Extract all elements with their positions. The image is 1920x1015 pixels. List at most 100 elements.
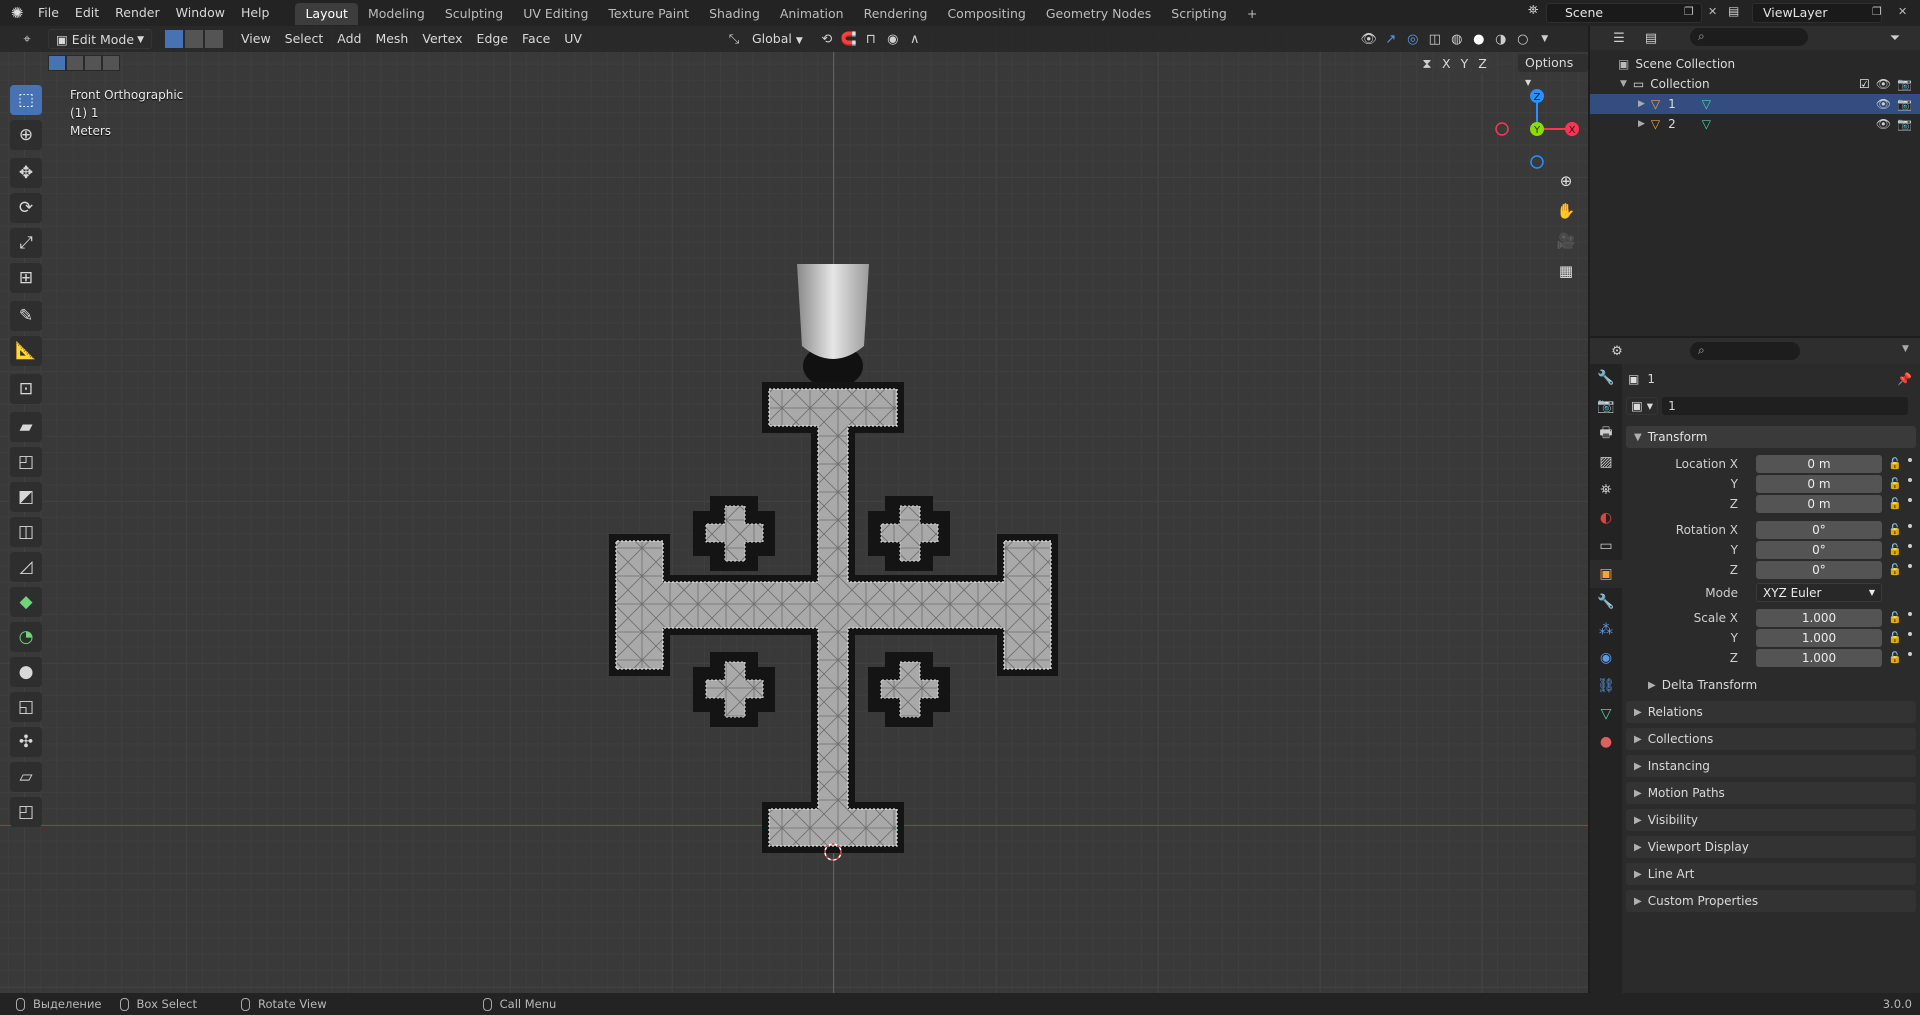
menu-help[interactable]: Help xyxy=(233,0,278,26)
mesh-data-tab-icon[interactable]: ▽ xyxy=(1590,700,1622,728)
pivot-icon[interactable]: ⟲ xyxy=(816,29,838,49)
camera-icon[interactable]: 📷 xyxy=(1897,117,1912,131)
filter-icon[interactable]: ⏷ xyxy=(1884,28,1906,48)
grid-perspective-icon[interactable]: ▦ xyxy=(1553,258,1579,284)
location-x-field[interactable]: 0 m xyxy=(1756,455,1882,473)
keyframe-dot-icon[interactable] xyxy=(1908,632,1912,636)
select-extend-button[interactable] xyxy=(66,55,84,71)
select-new-button[interactable] xyxy=(48,55,66,71)
lock-icon[interactable]: 🔓 xyxy=(1888,563,1902,576)
view-layer-tab-icon[interactable]: ▨ xyxy=(1590,448,1622,476)
scene-collection-row[interactable]: ▣ Scene Collection xyxy=(1590,54,1920,74)
solid-shading-icon[interactable]: ● xyxy=(1468,29,1490,49)
measure-tool[interactable]: 📐 xyxy=(10,336,42,366)
eye-icon[interactable]: 👁 xyxy=(1876,77,1891,91)
snap-icon[interactable]: 🧲 xyxy=(838,29,860,49)
menu-window[interactable]: Window xyxy=(168,0,233,26)
gizmo-toggle-icon[interactable]: ↗ xyxy=(1380,29,1402,49)
extrude-tool[interactable]: ▰ xyxy=(10,412,42,442)
scale-y-field[interactable]: 1.000 xyxy=(1756,629,1882,647)
vertex-menu[interactable]: Vertex xyxy=(415,29,469,49)
edge-menu[interactable]: Edge xyxy=(470,29,515,49)
tab-modeling[interactable]: Modeling xyxy=(358,3,435,25)
rotation-x-field[interactable]: 0° xyxy=(1756,521,1882,539)
face-select-button[interactable] xyxy=(204,29,224,49)
blender-logo-icon[interactable]: ✺ xyxy=(4,0,30,26)
select-mode-toggle[interactable] xyxy=(164,29,224,49)
face-menu[interactable]: Face xyxy=(515,29,557,49)
annotate-tool[interactable]: ✎ xyxy=(10,301,42,331)
scene-selector[interactable]: Scene xyxy=(1546,3,1702,23)
tab-sculpting[interactable]: Sculpting xyxy=(435,3,513,25)
custom-properties-panel[interactable]: ▶ Custom Properties xyxy=(1626,890,1916,912)
add-workspace-button[interactable]: + xyxy=(1237,3,1267,25)
material-tab-icon[interactable]: ● xyxy=(1590,728,1622,756)
physics-tab-icon[interactable]: ◉ xyxy=(1590,644,1622,672)
search-input[interactable]: ⌕ xyxy=(1690,28,1808,46)
lock-icon[interactable]: 🔓 xyxy=(1888,543,1902,556)
world-tab-icon[interactable]: ◐ xyxy=(1590,504,1622,532)
collection-tab-icon[interactable]: ▭ xyxy=(1590,532,1622,560)
rotation-y-field[interactable]: 0° xyxy=(1756,541,1882,559)
add-cube-tool[interactable]: ⊡ xyxy=(10,374,42,404)
snap-target-icon[interactable]: ⊓ xyxy=(860,29,882,49)
select-intersect-button[interactable] xyxy=(102,55,120,71)
rotation-mode-select[interactable]: XYZ Euler ▼ xyxy=(1756,583,1882,602)
poly-build-tool[interactable]: ◆ xyxy=(10,587,42,617)
tab-shading[interactable]: Shading xyxy=(699,3,770,25)
options-button[interactable]: Options ▼ xyxy=(1518,54,1588,87)
loop-cut-tool[interactable]: ◫ xyxy=(10,517,42,547)
pin-icon[interactable]: 📌 xyxy=(1897,372,1912,386)
keyframe-dot-icon[interactable] xyxy=(1908,544,1912,548)
tool-tab-icon[interactable]: 🔧 xyxy=(1590,364,1622,392)
modifier-tab-icon[interactable]: 🔧 xyxy=(1590,588,1622,616)
select-subtract-button[interactable] xyxy=(84,55,102,71)
tab-animation[interactable]: Animation xyxy=(770,3,854,25)
location-y-field[interactable]: 0 m xyxy=(1756,475,1882,493)
close-scene-icon[interactable]: ✕ xyxy=(1708,5,1717,18)
zoom-icon[interactable]: ⊕ xyxy=(1553,168,1579,194)
output-tab-icon[interactable]: 🖶 xyxy=(1590,420,1622,448)
knife-tool[interactable]: ◿ xyxy=(10,552,42,582)
collection-row[interactable]: ▼ ▭ Collection ☑ 👁 📷 xyxy=(1590,74,1920,94)
lock-icon[interactable]: 🔓 xyxy=(1888,457,1902,470)
lock-icon[interactable]: 🔓 xyxy=(1888,631,1902,644)
constraints-tab-icon[interactable]: ⛓ xyxy=(1590,672,1622,700)
transform-tool[interactable]: ⊞ xyxy=(10,263,42,293)
eye-icon[interactable]: 👁 xyxy=(1876,117,1891,131)
lock-icon[interactable]: 🔓 xyxy=(1888,523,1902,536)
wireframe-shading-icon[interactable]: ◍ xyxy=(1446,29,1468,49)
tab-rendering[interactable]: Rendering xyxy=(854,3,938,25)
rip-tool[interactable]: ◰ xyxy=(10,797,42,827)
xray-icon[interactable]: ◫ xyxy=(1424,29,1446,49)
edge-slide-tool[interactable]: ◱ xyxy=(10,692,42,722)
lock-icon[interactable]: 🔓 xyxy=(1888,651,1902,664)
tab-texture-paint[interactable]: Texture Paint xyxy=(598,3,699,25)
display-mode-icon[interactable]: ▤ xyxy=(1640,28,1662,48)
camera-icon[interactable]: 📷 xyxy=(1897,97,1912,111)
outliner-object-2[interactable]: ▶ ▽ 2 ▽ 👁 📷 xyxy=(1590,114,1920,134)
object-tab-icon[interactable]: ▣ xyxy=(1590,560,1622,588)
editor-type-icon[interactable]: ⌖ xyxy=(16,29,38,49)
copy-viewlayer-icon[interactable]: ❐ xyxy=(1872,5,1882,18)
camera-icon[interactable]: 📷 xyxy=(1897,77,1912,91)
pendant-mesh[interactable] xyxy=(600,226,1070,866)
menu-edit[interactable]: Edit xyxy=(67,0,107,26)
3d-viewport[interactable]: ⌖ ▣ Edit Mode ▼ View Select Add Mesh Vert… xyxy=(0,26,1588,993)
scale-z-field[interactable]: 1.000 xyxy=(1756,649,1882,667)
outliner-type-icon[interactable]: ☰ xyxy=(1608,28,1630,48)
select-box-tool[interactable]: ⬚ xyxy=(10,85,42,115)
mode-selector[interactable]: ▣ Edit Mode ▼ xyxy=(48,29,152,49)
eye-icon[interactable]: 👁 xyxy=(1876,97,1891,111)
falloff-icon[interactable]: ∧ xyxy=(904,29,926,49)
pan-hand-icon[interactable]: ✋ xyxy=(1553,198,1579,224)
viewport-display-panel[interactable]: ▶ Viewport Display xyxy=(1626,836,1916,858)
tab-compositing[interactable]: Compositing xyxy=(937,3,1035,25)
mirror-x-button[interactable]: X xyxy=(1438,55,1455,73)
chevron-down-icon[interactable]: ▼ xyxy=(1902,344,1909,354)
location-z-field[interactable]: 0 m xyxy=(1756,495,1882,513)
tab-uv-editing[interactable]: UV Editing xyxy=(513,3,598,25)
uv-menu[interactable]: UV xyxy=(557,29,589,49)
delta-transform-subpanel[interactable]: ▶ Delta Transform xyxy=(1626,674,1920,696)
mirror-z-button[interactable]: Z xyxy=(1474,55,1491,73)
